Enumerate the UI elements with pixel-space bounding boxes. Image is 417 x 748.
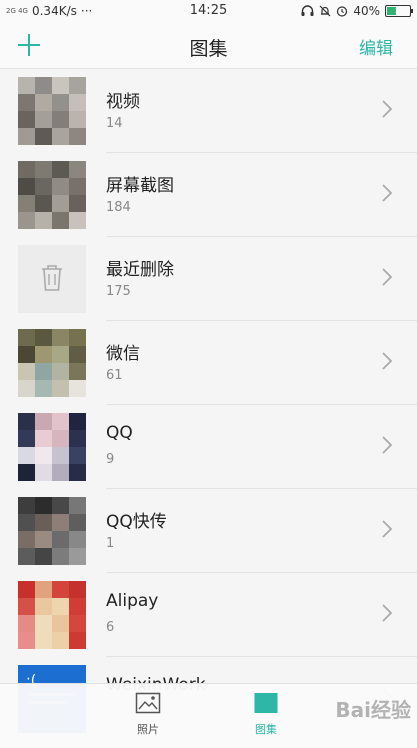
video-thumb (18, 77, 86, 145)
tab-albums[interactable]: 图集 (236, 692, 296, 737)
album-name: 视频 (106, 92, 140, 112)
alarm-icon (337, 6, 348, 17)
baidu-watermark: Bai经验 (335, 698, 411, 722)
album-count: 61 (106, 368, 123, 383)
album-count: 6 (106, 620, 115, 635)
album-count: 175 (106, 284, 131, 299)
album-name: 微信 (106, 344, 140, 364)
album-name: 最近删除 (106, 260, 174, 280)
album-count: 1 (106, 536, 115, 551)
album-row-qq-transfer[interactable]: QQ快传 1 (0, 489, 417, 573)
album-list: 视频 14 屏幕截图 184 最近删除 175 微信 61 QQ 9 QQ快传 … (0, 69, 417, 741)
page-title: 图集 (189, 38, 228, 60)
album-row-video[interactable]: 视频 14 (0, 69, 417, 153)
qq-transfer-thumb (18, 497, 86, 565)
wechat-thumb (18, 329, 86, 397)
album-row-qq[interactable]: QQ 9 (0, 405, 417, 489)
screenshot-thumb (18, 161, 86, 229)
album-row-screenshots[interactable]: 屏幕截图 184 (0, 153, 417, 237)
chevron-right-icon (382, 436, 393, 454)
status-bar: 2G 4G 0.34K/s ··· 14:25 40% ⚡ (0, 0, 417, 24)
headset-icon (301, 5, 314, 16)
app-header: 图集 编辑 (0, 24, 417, 69)
tab-label: 图集 (255, 723, 277, 736)
album-row-wechat[interactable]: 微信 61 (0, 321, 417, 405)
status-right: 40% ⚡ (301, 4, 413, 18)
battery-percent: 40% (353, 4, 380, 18)
tab-label: 照片 (137, 723, 159, 736)
chevron-right-icon (382, 352, 393, 370)
album-name: Alipay (106, 591, 159, 611)
photo-icon (135, 692, 161, 714)
album-icon (254, 693, 278, 713)
trash-icon (42, 265, 62, 291)
chevron-right-icon (382, 184, 393, 202)
edit-button[interactable]: 编辑 (359, 34, 393, 59)
chevron-right-icon (382, 268, 393, 286)
album-name: QQ (106, 423, 133, 443)
qq-thumb (18, 413, 86, 481)
album-count: 14 (106, 116, 123, 131)
album-row-alipay[interactable]: Alipay 6 (0, 573, 417, 657)
album-count: 184 (106, 200, 131, 215)
alipay-thumb (18, 581, 86, 649)
trash-thumb (18, 245, 86, 313)
chevron-right-icon (382, 100, 393, 118)
tab-photos[interactable]: 照片 (118, 692, 178, 737)
album-name: QQ快传 (106, 512, 167, 532)
album-count: 9 (106, 452, 115, 467)
chevron-right-icon (382, 604, 393, 622)
chevron-right-icon (382, 520, 393, 538)
charging-bolt-icon: ⚡ (394, 5, 402, 16)
album-row-recently-deleted[interactable]: 最近删除 175 (0, 237, 417, 321)
mute-bell-icon (319, 5, 331, 17)
battery-icon: ⚡ (385, 5, 413, 17)
album-name: 屏幕截图 (106, 176, 174, 196)
